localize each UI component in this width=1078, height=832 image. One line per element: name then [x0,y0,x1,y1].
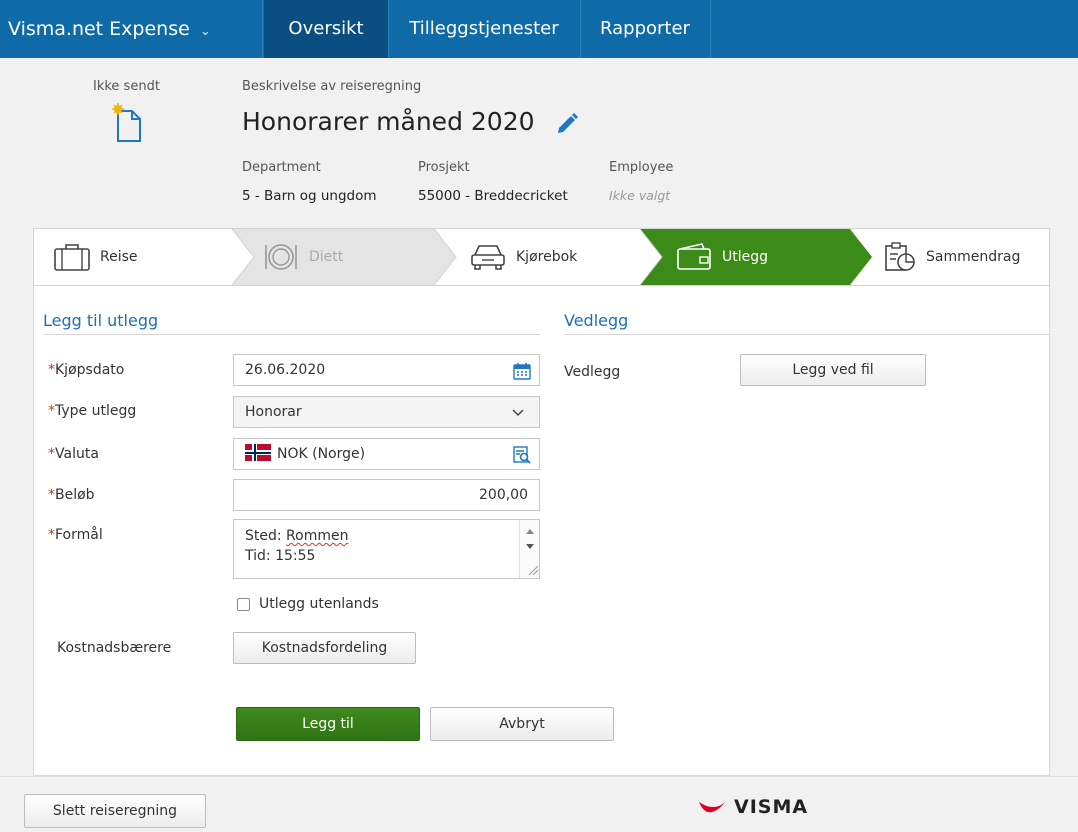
expense-type-value: Honorar [245,404,302,420]
purchase-date-label: *Kjøpsdato [48,362,125,378]
step-label: Sammendrag [926,249,1021,265]
abroad-checkbox-label: Utlegg utenlands [259,596,379,612]
attach-file-button[interactable]: Legg ved fil [740,354,926,386]
visma-swoosh-icon [699,799,727,813]
department-label: Department [242,160,321,175]
spellcheck-word: Rommen [286,528,349,544]
amount-label: *Beløb [48,487,95,503]
step-label: Reise [100,249,138,265]
add-expense-button[interactable]: Legg til [236,707,420,741]
step-kjorebok[interactable]: Kjørebok [470,229,577,285]
nav-tab-tilleggstjenester[interactable]: Tilleggstjenester [388,0,580,58]
purchase-date-value: 26.06.2020 [245,362,326,378]
purpose-line-1: Sted: Rommen [245,528,349,544]
currency-input[interactable]: NOK (Norge) [233,438,540,470]
step-utlegg[interactable]: Utlegg [676,229,768,285]
norway-flag-icon [245,444,271,461]
visma-logo: VISMA [698,796,808,818]
cancel-button[interactable]: Avbryt [430,707,614,741]
project-label: Prosjekt [418,160,470,175]
textarea-scrollbar[interactable] [519,520,539,578]
attachment-label: Vedlegg [564,364,621,380]
step-label: Kjørebok [516,249,578,265]
report-status: Ikke sendt [93,79,160,94]
step-label: Utlegg [722,249,769,265]
purchase-date-input[interactable]: 26.06.2020 [233,354,540,386]
app-name: Visma.net Expense [8,18,190,40]
project-value: 55000 - Breddecricket [418,188,568,204]
nav-divider [262,0,263,58]
wallet-icon [677,243,711,270]
department-value: 5 - Barn og ungdom [242,188,377,204]
pencil-icon[interactable] [555,112,579,136]
employee-value: Ikke valgt [609,188,671,203]
attachments-section-title: Vedlegg [564,311,629,330]
purpose-line-2: Tid: 15:55 [245,548,316,564]
page-title: Honorarer måned 2020 [242,107,535,136]
lookup-icon[interactable] [513,446,531,464]
nav-tab-oversikt[interactable]: Oversikt [264,0,388,58]
new-document-icon [112,103,141,142]
app-switcher[interactable]: Visma.net Expense ⌄ [0,0,262,58]
top-navigation: Visma.net Expense ⌄ Oversikt Tilleggstjen… [0,0,1078,58]
cost-distribution-button[interactable]: Kostnadsfordeling [233,632,416,664]
scroll-arrows-icon [526,529,539,576]
suitcase-icon [54,244,90,271]
step-diett: Diett [263,229,343,285]
purpose-textarea[interactable]: Sted: Rommen Tid: 15:55 [233,519,540,579]
currency-label: *Valuta [48,446,99,462]
calendar-icon[interactable] [513,362,531,380]
footer-divider [0,776,1078,777]
cost-carriers-label: Kostnadsbærere [57,640,172,656]
purpose-label: *Formål [48,527,103,543]
add-expense-section-title: Legg til utlegg [43,311,159,330]
chevron-down-icon: ⌄ [199,24,211,39]
expense-type-select[interactable]: Honorar [233,396,540,428]
car-icon [471,245,505,270]
employee-label: Employee [609,160,674,175]
section-divider [43,334,540,335]
chevron-down-icon [512,409,524,417]
section-divider [564,334,1050,335]
amount-input[interactable]: 200,00 [233,479,540,511]
currency-value: NOK (Norge) [277,446,366,462]
plate-icon [265,244,297,270]
step-label: Diett [309,249,344,265]
summary-icon [885,242,915,271]
description-label: Beskrivelse av reiseregning [242,79,422,94]
expense-type-label: *Type utlegg [48,403,137,419]
nav-tab-rapporter[interactable]: Rapporter [580,0,710,58]
nav-divider [710,0,711,58]
abroad-checkbox[interactable] [237,598,250,611]
step-sammendrag[interactable]: Sammendrag [884,229,1020,285]
visma-logo-text: VISMA [734,796,809,818]
delete-report-button[interactable]: Slett reiseregning [24,794,206,828]
step-reise[interactable]: Reise [54,229,138,285]
step-progress-bar: Reise Diett Kjørebok Utlegg Sammendrag [33,228,1050,286]
